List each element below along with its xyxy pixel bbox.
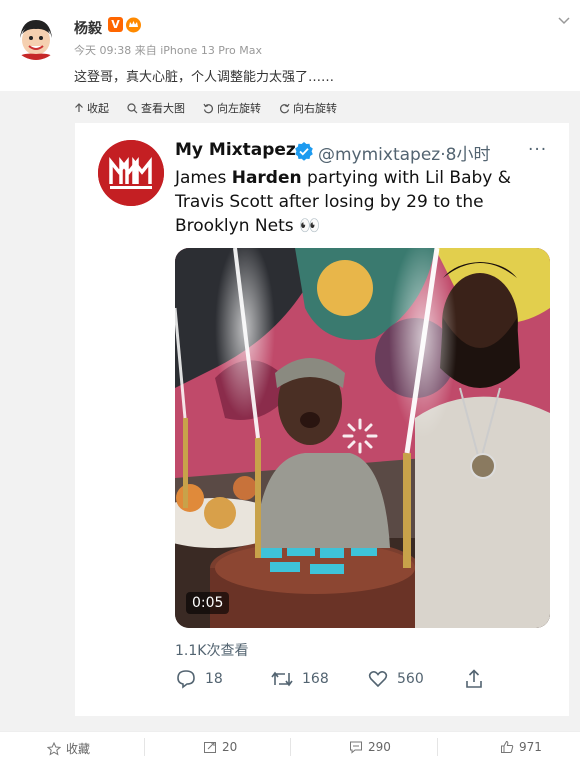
view-large-label: 查看大图 [141,102,185,115]
comment-count: 290 [368,740,391,754]
collapse-button[interactable]: 收起 [74,98,109,118]
post-text: 这登哥，真大心脏，个人调整能力太强了…… [74,70,335,85]
reply-button[interactable]: 18 [175,668,223,690]
verified-v-badge: V [108,17,123,32]
rotate-right-button[interactable]: 向右旋转 [279,98,337,118]
retweet-count: 168 [302,671,329,687]
tweet-handle-time: @mymixtapez·8小时 [318,145,491,165]
arrow-up-icon [75,103,83,112]
tweet-more-icon[interactable]: ··· [528,140,547,160]
rotate-left-label: 向左旋转 [217,102,261,115]
rotate-left-icon [203,103,214,113]
share-button[interactable] [463,668,493,690]
retweet-button[interactable]: 168 [270,668,329,690]
tweet-text: James Harden partying with Lil Baby & Tr… [175,166,535,238]
repost-icon [204,742,216,753]
comment-button[interactable]: 290 [349,740,391,754]
divider [437,738,438,756]
like-count-footer: 971 [519,740,542,754]
media-toolbar: 收起 查看大图 向左旋转 向右旋转 [74,98,355,118]
tweet-author-name: My Mixtapez [175,140,296,160]
favorite-label: 收藏 [66,742,91,756]
rotate-right-icon [279,103,290,113]
like-count: 560 [397,671,424,687]
tweet-text-pre: James [175,168,232,188]
verified-badge-icon [294,141,314,161]
tweet-text-bold: Harden [231,168,302,188]
post-meta: 今天 09:38 来自 iPhone 13 Pro Max [74,44,262,57]
tweet-video[interactable] [175,248,550,628]
collapse-label: 收起 [87,102,109,115]
divider [290,738,291,756]
share-icon [466,669,482,688]
like-button-footer[interactable]: 971 [500,740,542,754]
mymixtapez-logo [98,140,164,206]
rotate-left-button[interactable]: 向左旋转 [203,98,261,118]
video-duration: 0:05 [186,592,230,614]
avatar[interactable] [12,12,60,60]
chevron-down-icon[interactable] [556,12,572,28]
like-button[interactable]: 560 [367,668,424,690]
tweet-actions: 18 168 560 [175,668,495,692]
view-large-button[interactable]: 查看大图 [127,98,185,118]
username[interactable]: 杨毅 [74,18,102,38]
repost-count: 20 [222,740,238,754]
star-icon [47,741,61,756]
favorite-button[interactable]: 收藏 [47,740,90,757]
reply-count: 18 [205,671,223,687]
thumbs-up-icon [501,740,514,753]
retweet-icon [271,671,293,687]
comment-icon [350,741,362,754]
view-count: 1.1K次查看 [175,643,249,659]
member-crown-icon [125,16,142,33]
repost-button[interactable]: 20 [203,740,237,754]
reply-icon [177,670,195,689]
heart-icon [368,671,388,688]
rotate-right-label: 向右旋转 [293,102,337,115]
zoom-icon [127,102,138,113]
divider [144,738,145,756]
